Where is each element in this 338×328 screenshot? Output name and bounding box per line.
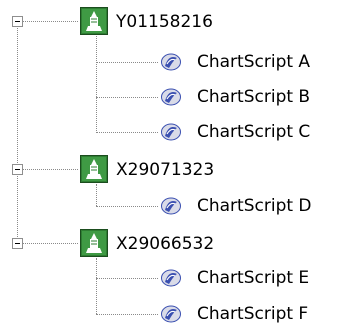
tree-connector xyxy=(96,62,158,63)
tree-connector xyxy=(17,26,18,243)
chartscript-icon xyxy=(160,195,182,217)
tree-connector xyxy=(23,243,78,244)
chartscript-icon xyxy=(160,121,182,143)
chartscript-icon xyxy=(160,51,182,73)
leaf-label[interactable]: ChartScript E xyxy=(196,268,310,288)
leaf-label[interactable]: ChartScript F xyxy=(196,304,309,324)
chartscript-icon xyxy=(160,303,182,325)
tree-connector xyxy=(96,206,158,207)
green-node-icon xyxy=(80,229,108,257)
leaf-label[interactable]: ChartScript D xyxy=(196,196,313,216)
tree-connector xyxy=(96,132,158,133)
leaf-label[interactable]: ChartScript A xyxy=(196,52,311,72)
leaf-label[interactable]: ChartScript C xyxy=(196,122,311,142)
tree-connector xyxy=(96,278,158,279)
collapse-toggle[interactable] xyxy=(12,238,23,249)
chartscript-icon xyxy=(160,267,182,289)
tree-connector xyxy=(96,184,97,206)
node-label[interactable]: X29066532 xyxy=(115,234,215,254)
tree-view: Y01158216 ChartScript A ChartScript B Ch… xyxy=(0,0,338,328)
collapse-toggle[interactable] xyxy=(12,164,23,175)
green-node-icon xyxy=(80,7,108,35)
tree-connector xyxy=(23,21,78,22)
node-label[interactable]: Y01158216 xyxy=(115,12,214,32)
tree-connector xyxy=(23,169,78,170)
leaf-label[interactable]: ChartScript B xyxy=(196,87,311,107)
tree-connector xyxy=(96,258,97,314)
tree-connector xyxy=(96,97,158,98)
tree-connector xyxy=(96,36,97,133)
green-node-icon xyxy=(80,155,108,183)
tree-connector xyxy=(96,314,158,315)
node-label[interactable]: X29071323 xyxy=(115,160,215,180)
chartscript-icon xyxy=(160,86,182,108)
collapse-toggle[interactable] xyxy=(12,16,23,27)
